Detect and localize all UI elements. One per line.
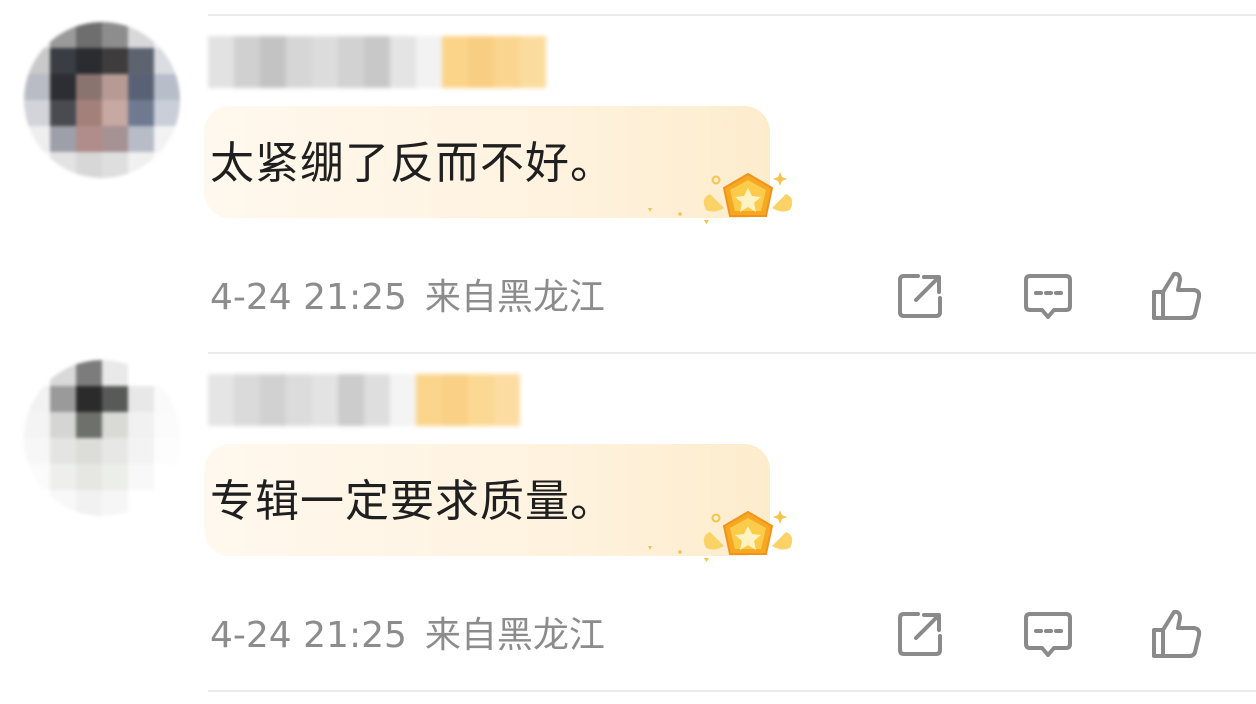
gold-medal-badge-icon bbox=[648, 172, 793, 224]
bottom-divider bbox=[208, 690, 1256, 692]
comment-meta: 4-24 21:25 来自黑龙江 bbox=[210, 614, 605, 658]
like-icon bbox=[1152, 609, 1202, 658]
like-icon bbox=[1152, 271, 1202, 320]
username-blurred[interactable] bbox=[208, 36, 546, 88]
share-icon bbox=[898, 274, 942, 318]
comment-time: 4-24 21:25 bbox=[210, 277, 407, 318]
username-blurred[interactable] bbox=[208, 374, 520, 426]
like-button[interactable] bbox=[1148, 268, 1204, 324]
share-button[interactable] bbox=[892, 268, 948, 324]
comment-icon bbox=[1024, 612, 1072, 657]
avatar[interactable] bbox=[24, 22, 180, 178]
comment-button[interactable] bbox=[1020, 268, 1076, 324]
share-button[interactable] bbox=[892, 606, 948, 662]
comment-text: 专辑一定要求质量。 bbox=[210, 476, 615, 527]
avatar[interactable] bbox=[24, 360, 180, 516]
comment-location: 来自黑龙江 bbox=[424, 615, 605, 656]
comment-meta: 4-24 21:25 来自黑龙江 bbox=[210, 276, 605, 320]
comment-location: 来自黑龙江 bbox=[424, 277, 605, 318]
comment-button[interactable] bbox=[1020, 606, 1076, 662]
comment-icon bbox=[1024, 274, 1072, 319]
comment-item: 专辑一定要求质量。 4-24 21:25 来自黑龙江 bbox=[0, 338, 1256, 676]
gold-medal-badge-icon bbox=[648, 510, 793, 562]
comment-item: 太紧绷了反而不好。 4-24 21:25 来自黑龙江 bbox=[0, 0, 1256, 338]
comment-time: 4-24 21:25 bbox=[210, 615, 407, 656]
comment-text: 太紧绷了反而不好。 bbox=[210, 138, 615, 189]
share-icon bbox=[898, 612, 942, 656]
like-button[interactable] bbox=[1148, 606, 1204, 662]
